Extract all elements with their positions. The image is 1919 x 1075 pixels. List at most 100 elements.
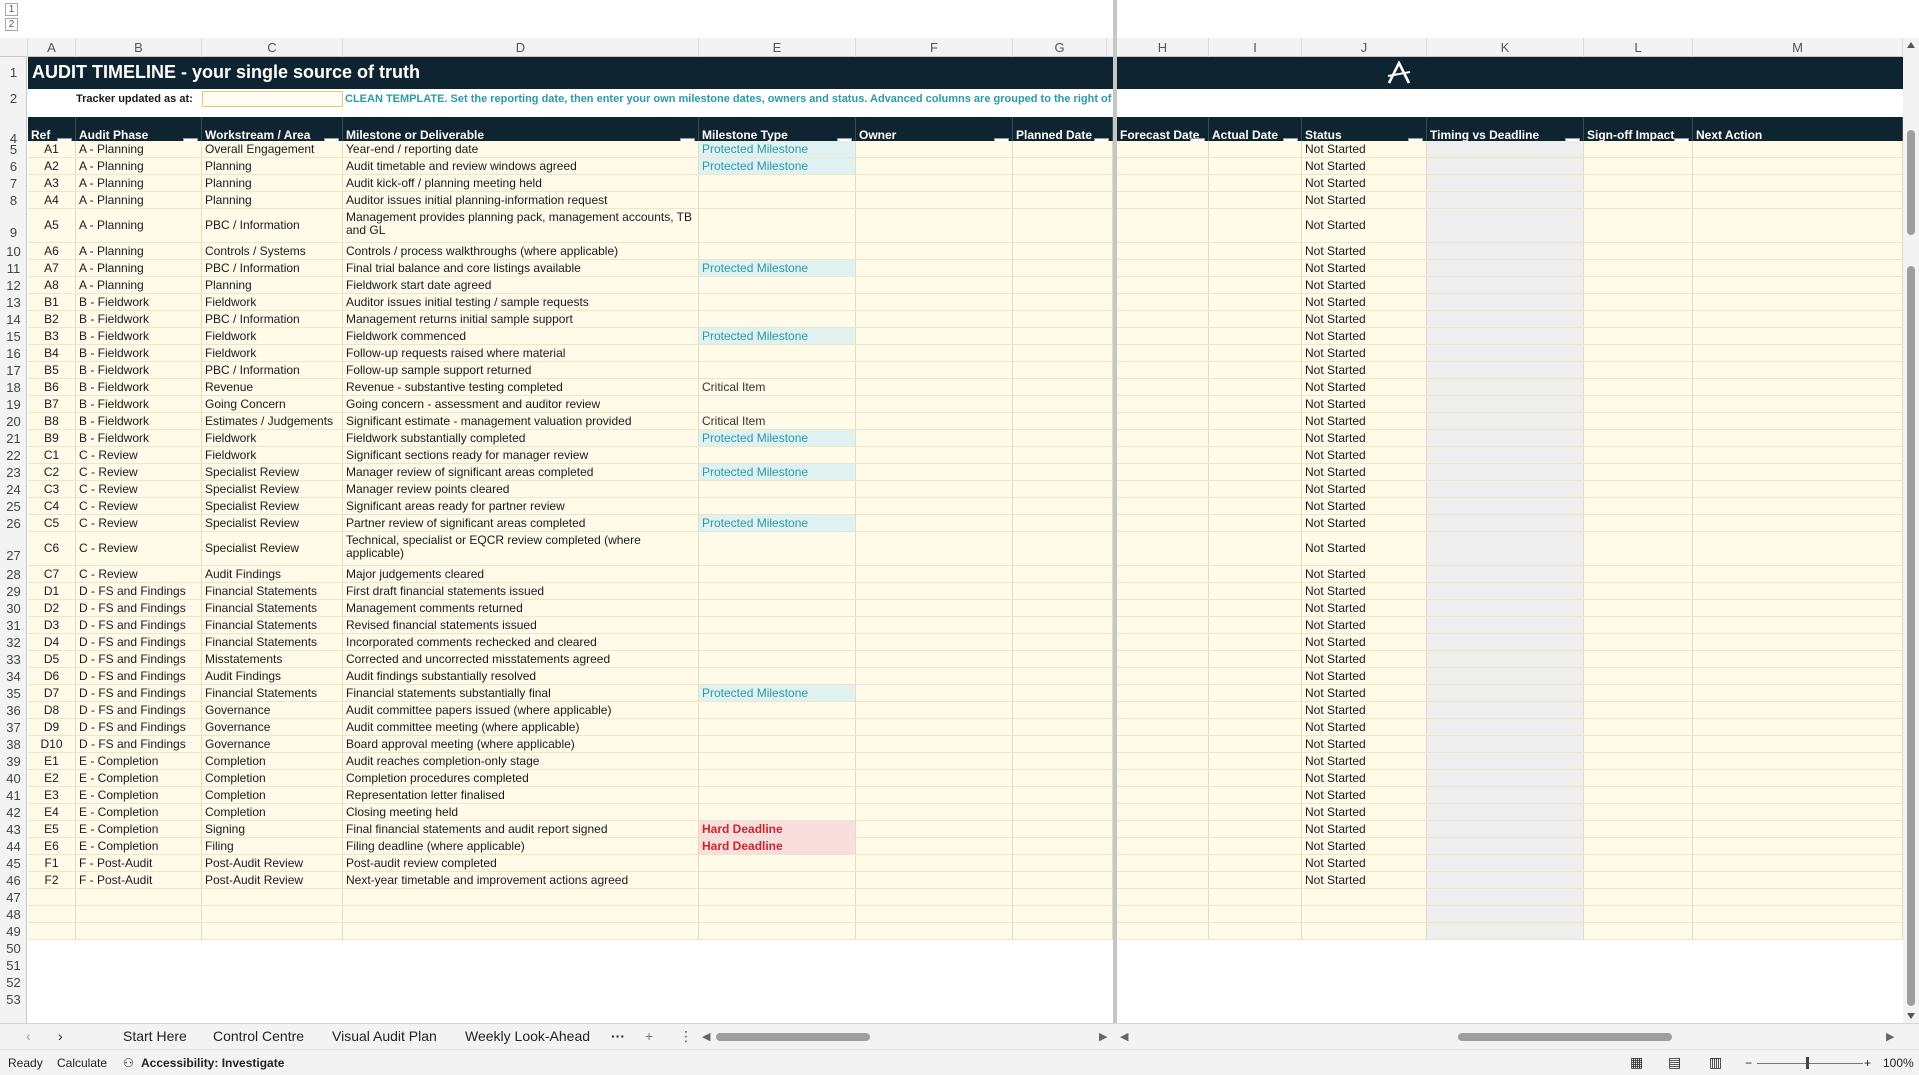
cell-forecast[interactable]: [1117, 651, 1209, 667]
cell-status[interactable]: Not Started: [1302, 277, 1427, 293]
cell-planned[interactable]: [1013, 804, 1113, 820]
cell-status[interactable]: Not Started: [1302, 464, 1427, 480]
cell-forecast[interactable]: [1117, 821, 1209, 837]
horizontal-scroll-thumb-left[interactable]: [716, 1033, 870, 1041]
cell-next[interactable]: [1693, 702, 1903, 718]
cell-owner[interactable]: [856, 651, 1013, 667]
cell-next[interactable]: [1693, 260, 1903, 276]
cell-planned[interactable]: [1013, 447, 1113, 463]
cell-owner[interactable]: [856, 753, 1013, 769]
cell-forecast[interactable]: [1117, 311, 1209, 327]
cell-next[interactable]: [1693, 192, 1903, 208]
cell-actual[interactable]: [1209, 736, 1302, 752]
cell-status[interactable]: Not Started: [1302, 447, 1427, 463]
cell-forecast[interactable]: [1117, 379, 1209, 395]
cell-owner[interactable]: [856, 668, 1013, 684]
cell-next[interactable]: [1693, 838, 1903, 854]
scroll-down-icon[interactable]: [1907, 1013, 1915, 1019]
cell-next[interactable]: [1693, 175, 1903, 191]
cell-forecast[interactable]: [1117, 464, 1209, 480]
cell-planned[interactable]: [1013, 481, 1113, 497]
cell-actual[interactable]: [1209, 141, 1302, 157]
hscroll-right-pane-left-icon[interactable]: ◀: [1120, 1030, 1128, 1043]
cell-status[interactable]: Not Started: [1302, 481, 1427, 497]
cell-planned[interactable]: [1013, 277, 1113, 293]
cell-next[interactable]: [1693, 243, 1903, 259]
accessibility-button[interactable]: Accessibility: Investigate: [141, 1056, 284, 1070]
cell-planned[interactable]: [1013, 583, 1113, 599]
column-header-b[interactable]: B: [76, 38, 202, 57]
cell-next[interactable]: [1693, 821, 1903, 837]
cell-actual[interactable]: [1209, 787, 1302, 803]
hscroll-left-icon[interactable]: ◀: [702, 1030, 710, 1043]
cell-signoff[interactable]: [1584, 685, 1693, 701]
tab-options-icon[interactable]: ⋮: [679, 1028, 693, 1045]
cell-next[interactable]: [1693, 379, 1903, 395]
cell-signoff[interactable]: [1584, 464, 1693, 480]
vertical-scroll-thumb-top[interactable]: [1907, 130, 1915, 235]
empty-cell[interactable]: [1117, 906, 1209, 922]
cell-signoff[interactable]: [1584, 702, 1693, 718]
cell-owner[interactable]: [856, 770, 1013, 786]
cell-actual[interactable]: [1209, 158, 1302, 174]
cell-actual[interactable]: [1209, 498, 1302, 514]
cell-planned[interactable]: [1013, 464, 1113, 480]
outline-level-2-button[interactable]: 2: [5, 18, 18, 31]
cell-signoff[interactable]: [1584, 515, 1693, 531]
cell-status[interactable]: Not Started: [1302, 260, 1427, 276]
cell-planned[interactable]: [1013, 362, 1113, 378]
cell-owner[interactable]: [856, 294, 1013, 310]
cell-signoff[interactable]: [1584, 668, 1693, 684]
cell-forecast[interactable]: [1117, 634, 1209, 650]
cell-next[interactable]: [1693, 277, 1903, 293]
cell-planned[interactable]: [1013, 515, 1113, 531]
cell-signoff[interactable]: [1584, 481, 1693, 497]
cell-status[interactable]: Not Started: [1302, 192, 1427, 208]
cell-planned[interactable]: [1013, 872, 1113, 888]
cell-status[interactable]: Not Started: [1302, 430, 1427, 446]
empty-cell[interactable]: [28, 889, 76, 905]
cell-forecast[interactable]: [1117, 141, 1209, 157]
cell-status[interactable]: Not Started: [1302, 804, 1427, 820]
cell-signoff[interactable]: [1584, 872, 1693, 888]
column-header-g[interactable]: G: [1013, 38, 1107, 57]
cell-status[interactable]: Not Started: [1302, 583, 1427, 599]
cell-planned[interactable]: [1013, 685, 1113, 701]
cell-actual[interactable]: [1209, 753, 1302, 769]
cell-owner[interactable]: [856, 498, 1013, 514]
cell-signoff[interactable]: [1584, 583, 1693, 599]
cell-forecast[interactable]: [1117, 175, 1209, 191]
cell-planned[interactable]: [1013, 702, 1113, 718]
cell-owner[interactable]: [856, 362, 1013, 378]
cell-signoff[interactable]: [1584, 855, 1693, 871]
cell-next[interactable]: [1693, 583, 1903, 599]
cell-signoff[interactable]: [1584, 838, 1693, 854]
cell-owner[interactable]: [856, 821, 1013, 837]
empty-cell[interactable]: [1302, 906, 1427, 922]
cell-planned[interactable]: [1013, 396, 1113, 412]
cell-status[interactable]: Not Started: [1302, 770, 1427, 786]
cell-planned[interactable]: [1013, 294, 1113, 310]
cell-forecast[interactable]: [1117, 413, 1209, 429]
tab-weekly-look-ahead[interactable]: Weekly Look-Ahead: [465, 1028, 590, 1044]
cell-signoff[interactable]: [1584, 294, 1693, 310]
cell-status[interactable]: Not Started: [1302, 175, 1427, 191]
cell-forecast[interactable]: [1117, 532, 1209, 565]
cell-signoff[interactable]: [1584, 634, 1693, 650]
cell-status[interactable]: Not Started: [1302, 158, 1427, 174]
calculate-button[interactable]: Calculate: [57, 1056, 107, 1070]
cell-status[interactable]: Not Started: [1302, 838, 1427, 854]
cell-forecast[interactable]: [1117, 515, 1209, 531]
empty-cell[interactable]: [1693, 889, 1903, 905]
cell-planned[interactable]: [1013, 141, 1113, 157]
cell-forecast[interactable]: [1117, 192, 1209, 208]
cell-planned[interactable]: [1013, 600, 1113, 616]
cell-planned[interactable]: [1013, 260, 1113, 276]
cell-signoff[interactable]: [1584, 600, 1693, 616]
cell-forecast[interactable]: [1117, 855, 1209, 871]
empty-cell[interactable]: [699, 923, 856, 939]
cell-forecast[interactable]: [1117, 277, 1209, 293]
vertical-scrollbar[interactable]: [1903, 38, 1919, 1023]
cell-next[interactable]: [1693, 498, 1903, 514]
cell-planned[interactable]: [1013, 651, 1113, 667]
